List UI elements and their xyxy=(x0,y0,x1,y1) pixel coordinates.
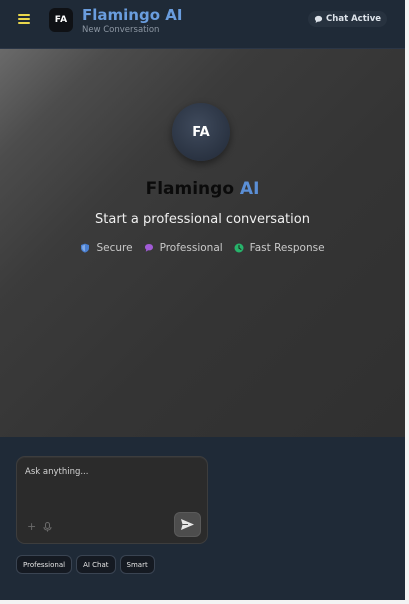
top-header: FA Flamingo AI New Conversation Chat Act… xyxy=(0,0,405,49)
chat-status-badge: Chat Active xyxy=(308,11,387,27)
feature-professional: Professional xyxy=(144,242,223,254)
clock-icon xyxy=(234,243,244,253)
feature-list: Secure Professional Fast Response xyxy=(0,242,405,254)
brand-suffix: AI xyxy=(239,179,260,199)
shield-icon xyxy=(81,243,90,253)
conversation-area: FA Flamingo AI Start a professional conv… xyxy=(0,49,405,437)
feature-professional-label: Professional xyxy=(159,242,223,254)
window-edge-right xyxy=(405,0,409,604)
chat-status-label: Chat Active xyxy=(326,14,381,24)
welcome-tagline: Start a professional conversation xyxy=(95,212,310,227)
feature-fast-response-label: Fast Response xyxy=(249,242,325,254)
assistant-avatar: FA xyxy=(172,103,230,161)
send-icon xyxy=(181,519,194,530)
chip-ai-chat[interactable]: AI Chat xyxy=(76,555,116,574)
app-window: FA Flamingo AI New Conversation Chat Act… xyxy=(0,0,405,600)
chip-professional[interactable]: Professional xyxy=(16,555,73,574)
window-edge-bottom xyxy=(0,600,409,604)
chat-bubble-icon xyxy=(144,244,153,252)
suggestion-chips: Professional AI Chat Smart xyxy=(16,555,155,574)
hamburger-menu-icon[interactable] xyxy=(17,12,31,28)
chat-bubble-icon xyxy=(314,15,323,23)
logo-badge: FA xyxy=(49,8,73,32)
brand-name: Flamingo xyxy=(145,179,234,199)
app-title: Flamingo AI xyxy=(82,6,183,24)
microphone-icon[interactable] xyxy=(43,522,52,532)
composer-panel: + Professional AI Chat Smart xyxy=(0,437,405,600)
conversation-subtitle: New Conversation xyxy=(82,25,160,35)
feature-secure-label: Secure xyxy=(96,242,133,254)
message-composer: + xyxy=(16,456,208,544)
plus-icon[interactable]: + xyxy=(27,521,36,532)
chip-smart[interactable]: Smart xyxy=(119,555,155,574)
send-button[interactable] xyxy=(174,512,201,537)
feature-fast-response: Fast Response xyxy=(234,242,325,254)
feature-secure: Secure xyxy=(80,242,133,254)
brand-heading: Flamingo AI xyxy=(0,179,405,199)
message-input[interactable] xyxy=(25,465,195,479)
